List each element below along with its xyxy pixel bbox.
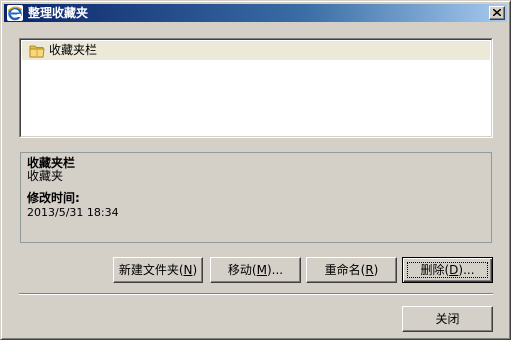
folder-icon bbox=[29, 45, 45, 58]
new-folder-label: 新建文件夹( bbox=[118, 263, 184, 277]
organize-favorites-dialog: 整理收藏夹 收藏夹栏 收藏夹栏 收藏夹 修改时间: 2013/5/31 18:3… bbox=[0, 0, 511, 340]
close-icon bbox=[493, 9, 501, 16]
title-bar[interactable]: 整理收藏夹 bbox=[4, 4, 507, 22]
tree-item-favorites-bar[interactable]: 收藏夹栏 bbox=[22, 41, 490, 60]
separator bbox=[19, 293, 493, 295]
delete-button[interactable]: 删除(D)... bbox=[402, 257, 493, 283]
rename-label: 重命名( bbox=[324, 263, 366, 277]
close-window-button[interactable] bbox=[489, 6, 505, 20]
details-modified-value: 2013/5/31 18:34 bbox=[27, 206, 119, 219]
close-label: 关闭 bbox=[435, 312, 460, 326]
move-label: 移动( bbox=[227, 263, 257, 277]
move-accesskey: M bbox=[256, 263, 267, 277]
details-name: 收藏夹栏 bbox=[27, 156, 76, 170]
move-button[interactable]: 移动(M)... bbox=[210, 257, 301, 283]
rename-button[interactable]: 重命名(R) bbox=[306, 257, 397, 283]
rename-accesskey: R bbox=[365, 263, 374, 277]
move-label-tail: )... bbox=[266, 263, 284, 277]
details-panel: 收藏夹栏 收藏夹 修改时间: 2013/5/31 18:34 bbox=[20, 152, 492, 243]
details-modified-label: 修改时间: bbox=[27, 191, 80, 205]
close-button[interactable]: 关闭 bbox=[402, 306, 493, 332]
new-folder-label-tail: ) bbox=[192, 263, 198, 277]
focus-rectangle bbox=[407, 262, 488, 278]
new-folder-button[interactable]: 新建文件夹(N) bbox=[113, 257, 203, 283]
favorites-tree[interactable]: 收藏夹栏 bbox=[19, 38, 493, 138]
details-type: 收藏夹 bbox=[27, 169, 64, 183]
ie-icon bbox=[7, 5, 23, 21]
dialog-title: 整理收藏夹 bbox=[28, 6, 89, 20]
tree-item-label: 收藏夹栏 bbox=[49, 43, 98, 57]
rename-label-tail: ) bbox=[373, 263, 379, 277]
